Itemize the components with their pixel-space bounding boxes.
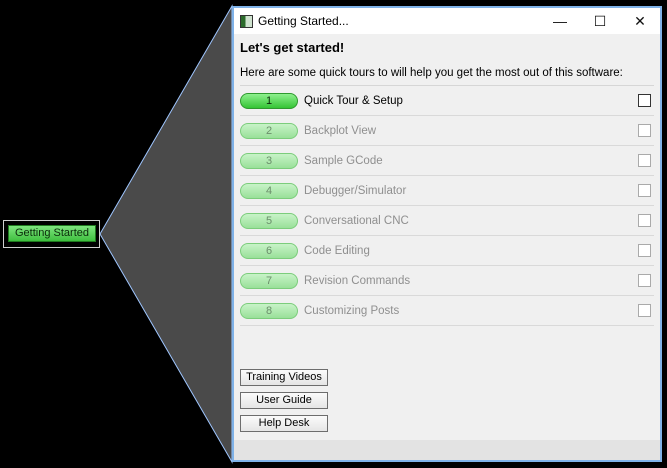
window-title: Getting Started... [258,14,349,28]
tour-6-checkbox[interactable] [638,244,651,257]
screenshot-stage: Getting Started Getting Started... — ☐ ✕… [0,0,667,468]
minimize-icon[interactable]: — [540,8,580,34]
tour-1-checkbox[interactable] [638,94,651,107]
tour-list: 1 Quick Tour & Setup 2 Backplot View 3 S… [240,86,654,326]
tour-7-label: Revision Commands [304,274,411,287]
tour-row-2: 2 Backplot View [240,116,654,146]
maximize-icon[interactable]: ☐ [580,8,620,34]
page-title: Let's get started! [240,40,345,55]
tour-8-checkbox[interactable] [638,304,651,317]
tour-2-number-button[interactable]: 2 [240,122,298,139]
tour-row-5: 5 Conversational CNC [240,206,654,236]
tour-7-number-button[interactable]: 7 [240,272,298,289]
tour-row-8: 8 Customizing Posts [240,296,654,326]
tour-1-label: Quick Tour & Setup [304,94,403,107]
window-content: Let's get started! Here are some quick t… [234,40,660,326]
getting-started-window: Getting Started... — ☐ ✕ Let's get start… [232,6,662,462]
window-footer-strip [234,440,660,460]
tour-row-4: 4 Debugger/Simulator [240,176,654,206]
tour-row-1: 1 Quick Tour & Setup [240,86,654,116]
tour-row-3: 3 Sample GCode [240,146,654,176]
app-icon [240,14,253,28]
page-subtitle: Here are some quick tours to will help y… [240,67,623,79]
user-guide-button[interactable]: User Guide [240,392,328,409]
help-desk-button[interactable]: Help Desk [240,415,328,432]
tour-6-label: Code Editing [304,244,370,257]
tour-3-label: Sample GCode [304,154,383,167]
tour-4-number-button[interactable]: 4 [240,182,298,199]
tour-4-checkbox[interactable] [638,184,651,197]
tour-5-number-button[interactable]: 5 [240,212,298,229]
tour-5-label: Conversational CNC [304,214,409,227]
tour-3-number-button[interactable]: 3 [240,152,298,169]
getting-started-launcher-button[interactable]: Getting Started [8,225,96,242]
tour-2-label: Backplot View [304,124,377,137]
tour-3-checkbox[interactable] [638,154,651,167]
training-videos-button[interactable]: Training Videos [240,369,328,386]
tour-1-number-button[interactable]: 1 [240,92,298,109]
close-icon[interactable]: ✕ [620,8,660,34]
tour-row-6: 6 Code Editing [240,236,654,266]
tour-4-label: Debugger/Simulator [304,184,407,197]
tour-row-7: 7 Revision Commands [240,266,654,296]
window-titlebar: Getting Started... — ☐ ✕ [234,8,660,34]
tour-7-checkbox[interactable] [638,274,651,287]
tour-6-number-button[interactable]: 6 [240,242,298,259]
tour-8-label: Customizing Posts [304,304,400,317]
help-buttons-group: Training Videos User Guide Help Desk [240,369,328,438]
tour-2-checkbox[interactable] [638,124,651,137]
tour-5-checkbox[interactable] [638,214,651,227]
tour-8-number-button[interactable]: 8 [240,302,298,319]
